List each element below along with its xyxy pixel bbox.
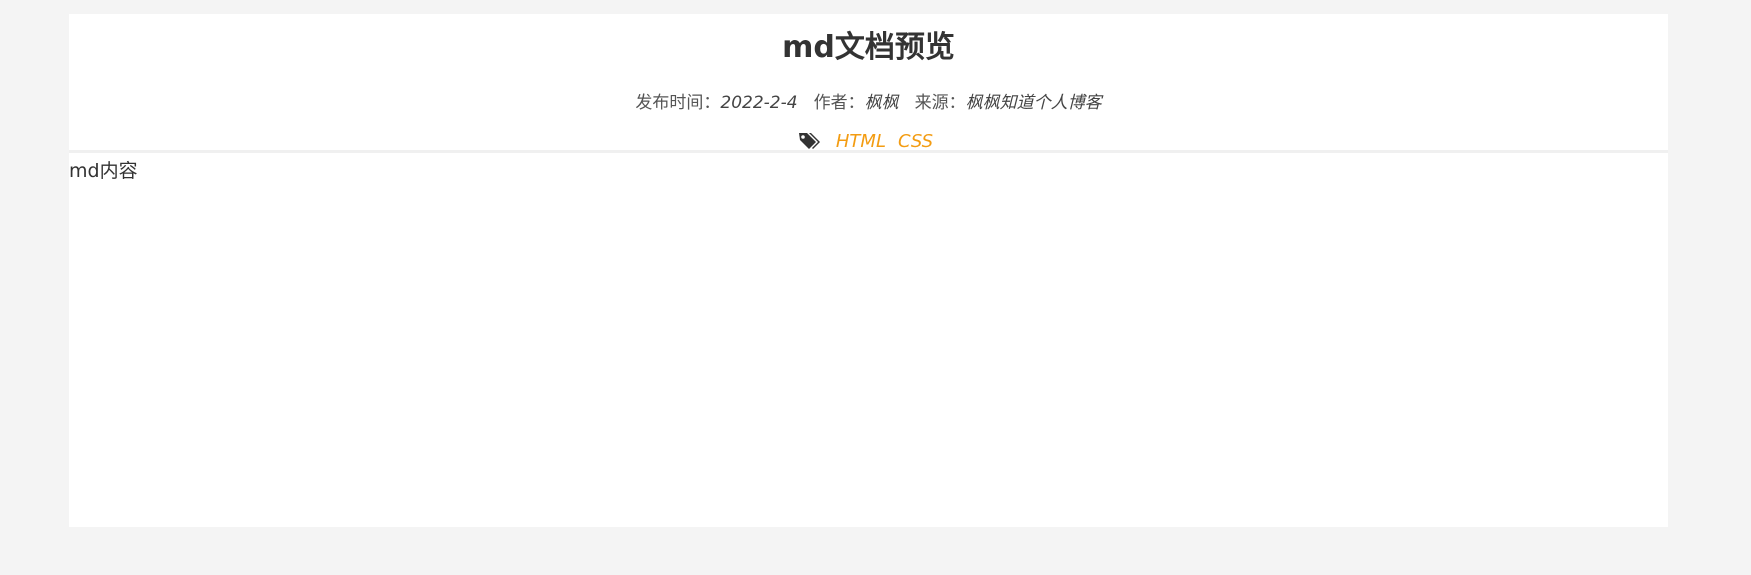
source-label: 来源： [914, 93, 966, 113]
source-name: 枫枫知道个人博客 [965, 93, 1102, 113]
article-header: md文档预览 发布时间：2022-2-4 作者：枫枫 来源：枫枫知道个人博客 HTM… [69, 14, 1668, 153]
article-container: md文档预览 发布时间：2022-2-4 作者：枫枫 来源：枫枫知道个人博客 HTM… [69, 14, 1668, 527]
tags-icon [798, 131, 822, 158]
author-name: 枫枫 [864, 93, 899, 113]
publish-time-label: 发布时间： [635, 93, 721, 113]
article-content: md内容 [69, 153, 1668, 527]
author-label: 作者： [813, 93, 865, 113]
article-meta: 发布时间：2022-2-4 作者：枫枫 来源：枫枫知道个人博客 [69, 91, 1668, 115]
tag-list: HTML CSS [69, 130, 1668, 158]
publish-date: 2022-2-4 [720, 93, 798, 113]
tag-css[interactable]: CSS [898, 131, 933, 152]
page-title: md文档预览 [782, 30, 955, 65]
tag-html[interactable]: HTML [836, 131, 886, 152]
